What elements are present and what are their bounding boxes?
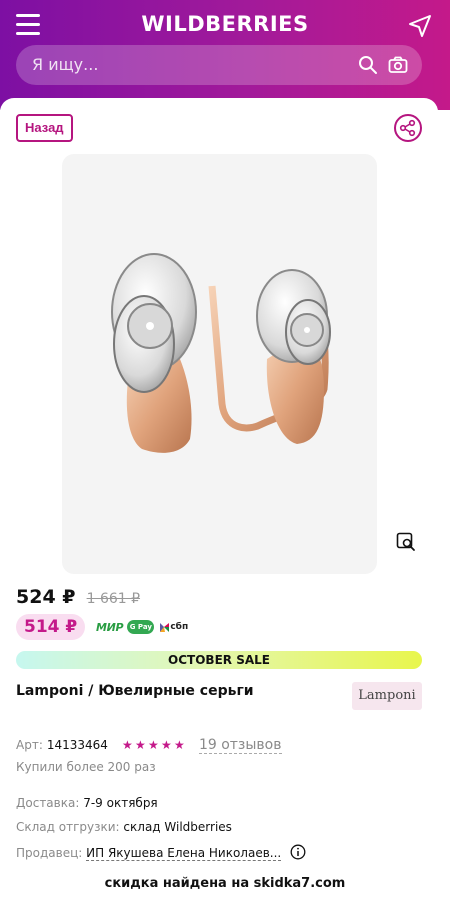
star-icon: ★ [147, 738, 159, 752]
star-icon: ★ [160, 738, 172, 752]
old-price: 1 661 ₽ [86, 591, 141, 607]
price-row: 524 ₽ 1 661 ₽ [16, 586, 140, 610]
info-icon[interactable] [290, 844, 306, 860]
sale-banner[interactable]: OCTOBER SALE [16, 651, 422, 669]
earrings-image [111, 253, 331, 453]
rating-stars: ★ ★ ★ ★ ★ [122, 739, 187, 751]
delivery-label: Доставка: [16, 796, 80, 810]
promo-text: скидка найдена на skidka7.com [104, 876, 346, 891]
wallet-price[interactable]: 514 ₽ [16, 614, 86, 640]
payment-methods: МИР G Pay сбп [96, 619, 188, 635]
sbp-icon [160, 622, 170, 632]
seller-link[interactable]: ИП Якушева Елена Николаев... [86, 846, 282, 861]
delivery-value: 7-9 октября [83, 796, 158, 810]
location-arrow-icon[interactable] [408, 14, 432, 38]
search-icon[interactable] [358, 55, 378, 75]
camera-icon[interactable] [388, 55, 408, 75]
gpay-logo: G Pay [127, 620, 155, 634]
article-label: Арт: [16, 738, 43, 752]
sbp-logo: сбп [159, 622, 188, 633]
star-icon: ★ [121, 738, 133, 752]
search-input[interactable] [32, 45, 352, 85]
brand-logo[interactable]: Lamponi [352, 682, 422, 710]
delivery-row: Доставка: 7-9 октября [16, 796, 158, 810]
search-bar [16, 45, 422, 85]
zoom-icon[interactable] [396, 532, 416, 552]
warehouse-value: склад Wildberries [123, 820, 232, 834]
reviews-link[interactable]: 19 отзывов [198, 737, 282, 754]
sbp-label: сбп [170, 622, 189, 632]
article-value: 14133464 [46, 738, 108, 752]
star-icon: ★ [134, 738, 146, 752]
star-icon: ★ [173, 738, 185, 752]
bought-count: Купили более 200 раз [16, 760, 156, 774]
product-photo[interactable] [62, 154, 377, 574]
seller-label: Продавец: [16, 846, 83, 860]
product-title: Lamponi / Ювелирные серьги [16, 683, 254, 699]
warehouse-label: Склад отгрузки: [16, 820, 120, 834]
seller-row: Продавец: ИП Якушева Елена Николаев... [16, 844, 306, 861]
mir-logo: МИР [96, 620, 124, 634]
app-logo[interactable]: WILDBERRIES [0, 12, 450, 36]
warehouse-row: Склад отгрузки: склад Wildberries [16, 820, 232, 834]
article-row: Арт: 14133464 ★ ★ ★ ★ ★ 19 отзывов [16, 736, 282, 754]
back-button[interactable]: Назад [16, 114, 73, 142]
share-icon[interactable] [394, 114, 422, 142]
current-price: 524 ₽ [16, 586, 76, 608]
app-header: WILDBERRIES [0, 0, 450, 110]
